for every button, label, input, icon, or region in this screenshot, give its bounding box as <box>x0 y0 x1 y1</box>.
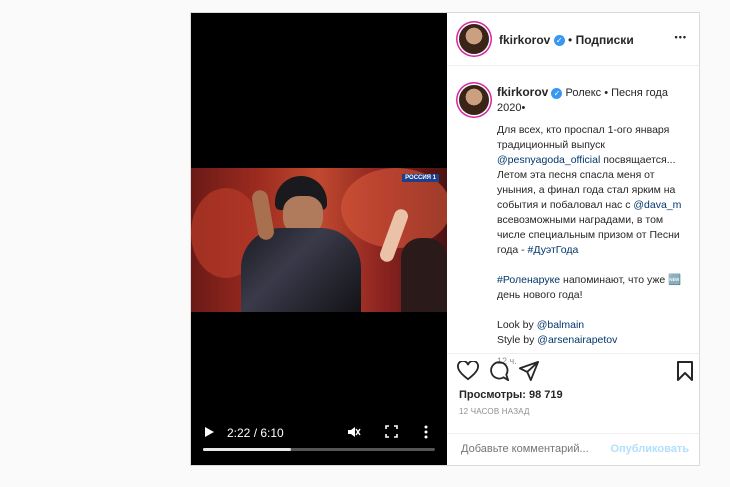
mention-link[interactable]: @dava_m <box>633 199 681 211</box>
comment-box: Опубликовать <box>447 433 699 466</box>
header-username[interactable]: fkirkorov <box>499 33 550 47</box>
style-credit: Style by @arsenairapetov <box>497 333 687 348</box>
share-icon[interactable] <box>519 361 539 386</box>
video-progress-fill <box>203 448 292 451</box>
time-ago: 12 ЧАСОВ НАЗАД <box>459 407 530 416</box>
caption-username[interactable]: fkirkorov <box>497 85 548 99</box>
post-header: fkirkorov ✓ • Подписки ••• <box>447 13 699 66</box>
hashtag-link[interactable]: #ДуэтГода <box>528 244 579 256</box>
muted-icon[interactable] <box>347 425 361 442</box>
header-user: fkirkorov ✓ • Подписки <box>499 33 634 47</box>
mention-link[interactable]: @arsenairapetov <box>537 334 617 346</box>
header-separator: • <box>568 33 573 47</box>
mention-link[interactable]: @balmain <box>537 319 584 331</box>
post-actions <box>457 360 693 386</box>
post-side-panel: fkirkorov ✓ • Подписки ••• fkirkorov ✓ Р… <box>447 13 699 465</box>
caption-avatar[interactable] <box>459 85 489 115</box>
fullscreen-icon[interactable] <box>385 425 398 441</box>
mention-link[interactable]: @pesnyagoda_official <box>497 154 600 166</box>
divider <box>447 353 699 354</box>
comment-input[interactable] <box>459 442 613 456</box>
video-player[interactable]: РОССИЯ 1 2:22 / 6:10 <box>191 13 447 465</box>
comment-icon[interactable] <box>489 361 510 386</box>
video-time: 2:22 / 6:10 <box>227 426 284 440</box>
publish-button[interactable]: Опубликовать <box>610 443 689 455</box>
verified-badge-icon: ✓ <box>553 35 565 47</box>
video-frame: РОССИЯ 1 <box>191 168 447 312</box>
instagram-post: РОССИЯ 1 2:22 / 6:10 fkirkorov ✓ • Подпи… <box>190 12 700 466</box>
caption-text-part: всевозможными наградами, в том числе спе… <box>497 214 680 256</box>
bookmark-icon[interactable] <box>677 361 693 386</box>
style-label: Style by <box>497 334 535 346</box>
follow-button[interactable]: Подписки <box>576 33 634 47</box>
caption-header: fkirkorov ✓ Ролекс • Песня года 2020• <box>497 85 687 116</box>
look-credit: Look by @balmain <box>497 318 687 333</box>
play-icon[interactable] <box>203 426 215 441</box>
hashtag-link[interactable]: #Роленаруке <box>497 274 560 286</box>
avatar[interactable] <box>459 24 489 54</box>
caption-verified-icon: ✓ <box>551 87 563 99</box>
video-controls: 2:22 / 6:10 <box>191 415 447 465</box>
vertical-dots-icon[interactable] <box>423 425 429 442</box>
tv-channel-logo: РОССИЯ 1 <box>402 174 439 182</box>
views-count[interactable]: Просмотры: 98 719 <box>459 389 563 401</box>
look-label: Look by <box>497 319 534 331</box>
caption-text-part: Для всех, кто проспал 1-ого января тради… <box>497 124 670 151</box>
video-progress-bar[interactable] <box>203 448 435 451</box>
heart-icon[interactable] <box>457 360 479 386</box>
more-options-icon[interactable]: ••• <box>675 32 687 42</box>
caption-text: Для всех, кто проспал 1-ого января тради… <box>497 123 687 369</box>
